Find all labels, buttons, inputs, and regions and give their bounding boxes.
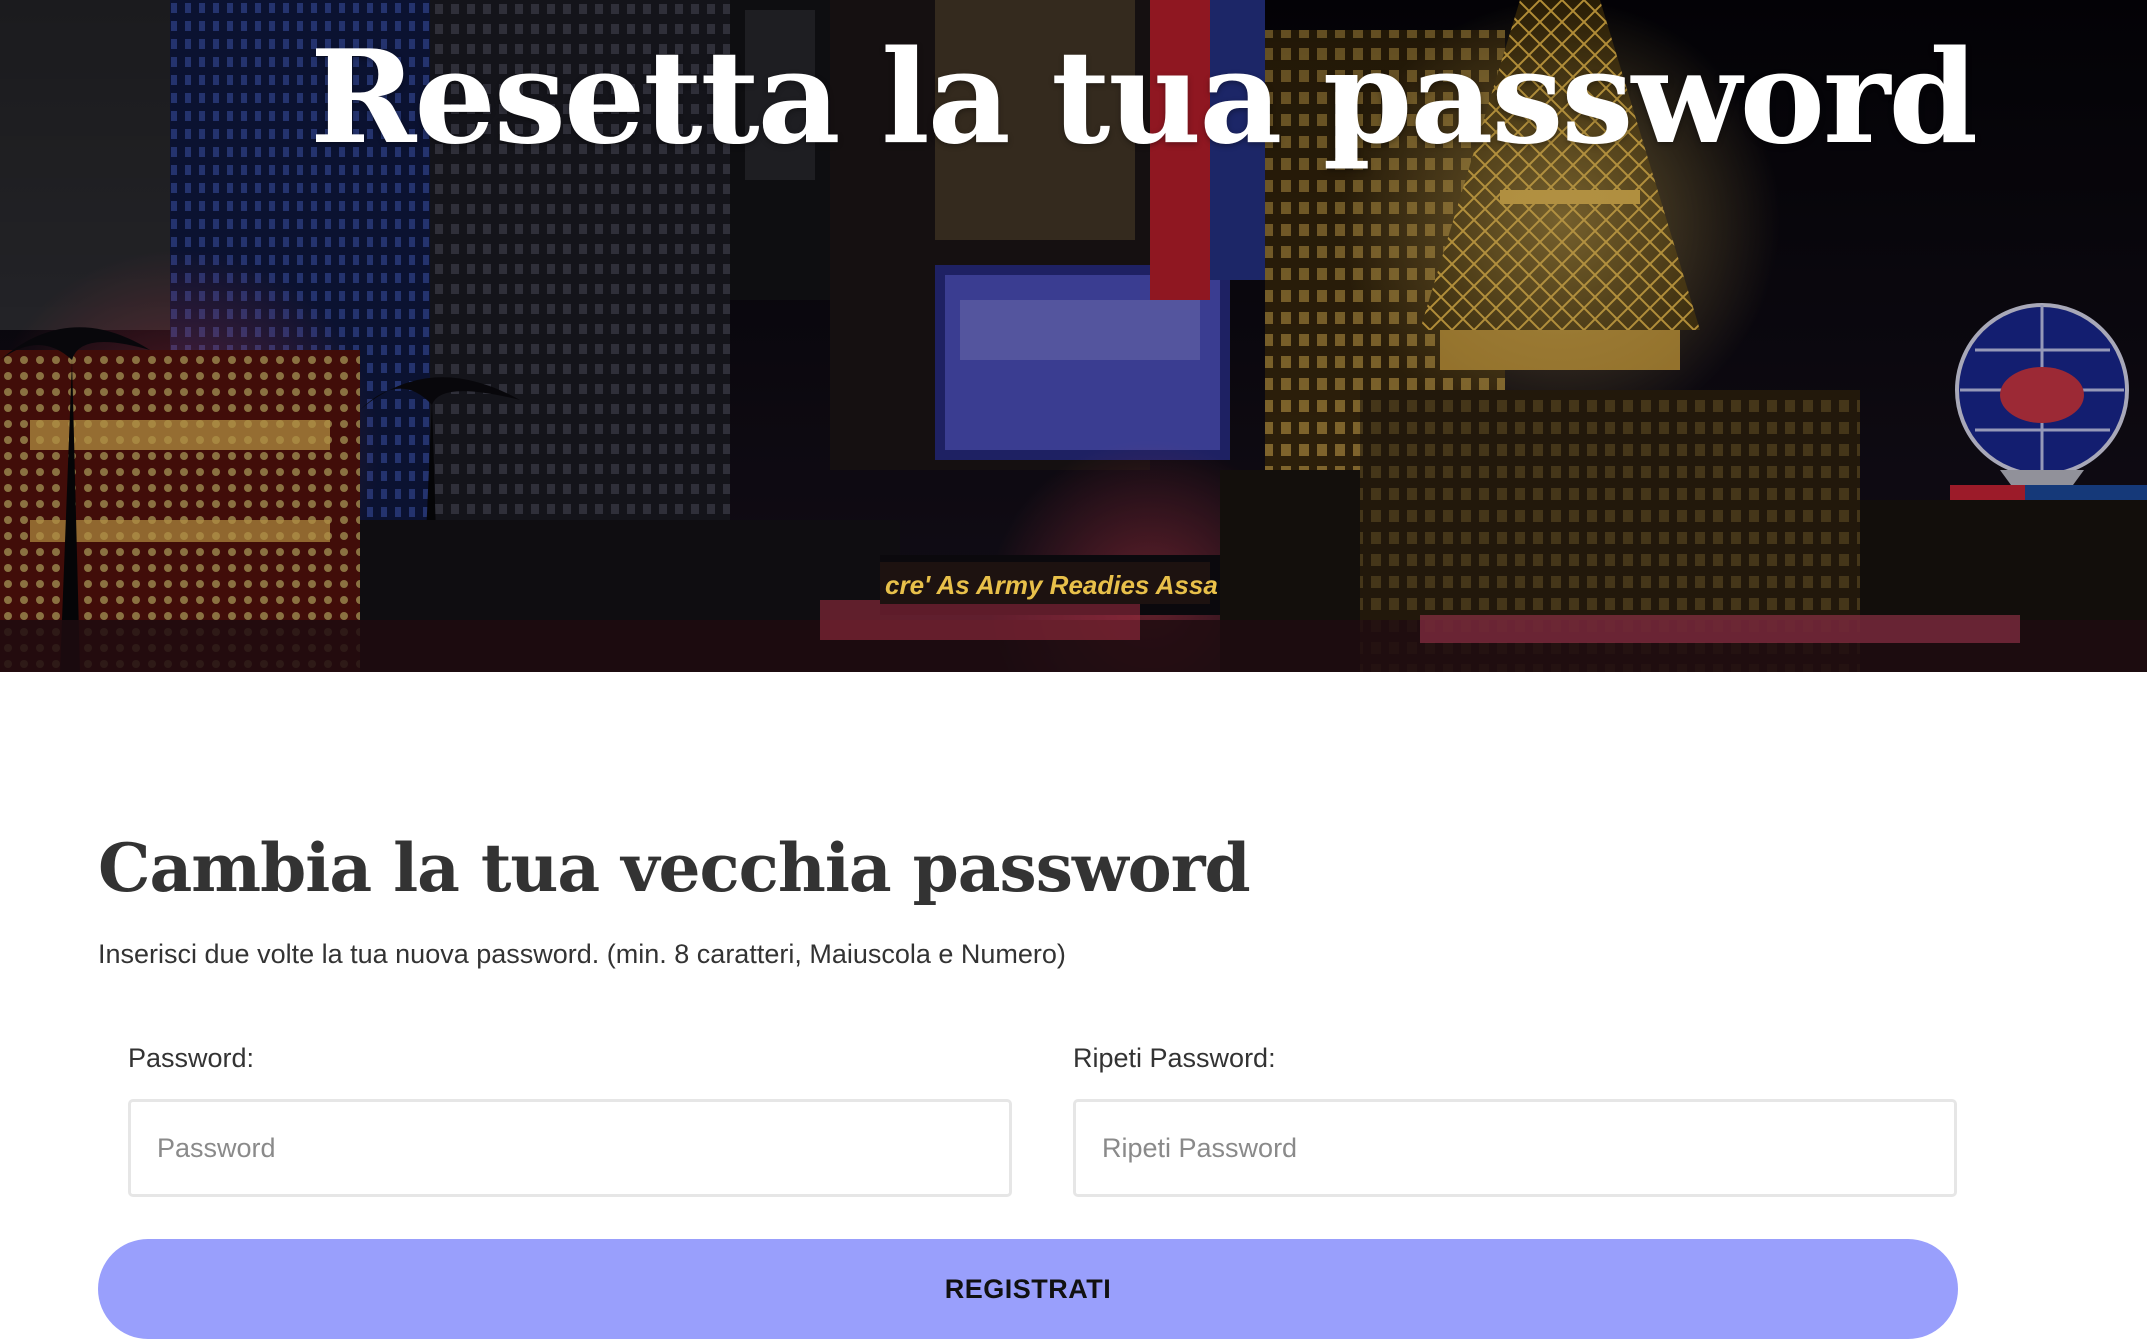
hero-banner: cre' As Army Readies Assa Resetta la tua… xyxy=(0,0,2147,672)
hero-ticker-sign: cre' As Army Readies Assa xyxy=(885,570,1218,600)
password-input[interactable] xyxy=(128,1099,1012,1197)
page-title: Resetta la tua password xyxy=(310,23,1978,173)
repeat-password-input[interactable] xyxy=(1073,1099,1957,1197)
register-button[interactable]: REGISTRATI xyxy=(98,1239,1958,1339)
section-title: Cambia la tua vecchia password xyxy=(98,829,1251,907)
password-label: Password: xyxy=(128,1043,255,1073)
section-description: Inserisci due volte la tua nuova passwor… xyxy=(98,939,1066,969)
repeat-password-label: Ripeti Password: xyxy=(1073,1043,1276,1073)
